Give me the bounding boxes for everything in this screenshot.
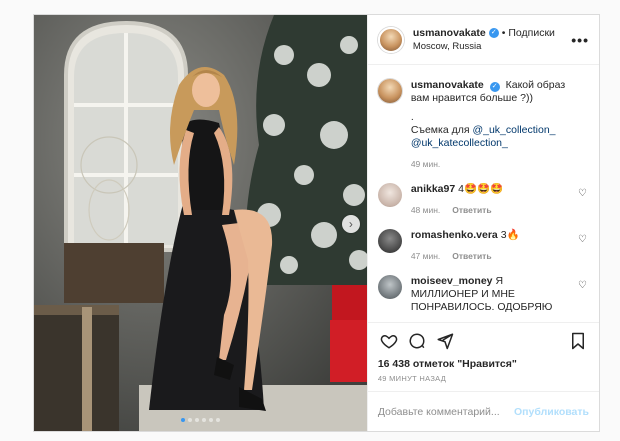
reply-button[interactable]: Ответить xyxy=(452,250,491,263)
add-comment-bar: Добавьте комментарий... Опубликовать xyxy=(367,391,599,431)
photo-illustration xyxy=(34,15,367,431)
carousel-dot xyxy=(194,418,199,422)
mention-link[interactable]: @_uk_collection_ xyxy=(472,124,555,136)
comment-avatar[interactable] xyxy=(377,275,402,299)
caption-comment: usmanovakate ✓ Какой образ вам нравится … xyxy=(377,79,589,171)
comment-avatar[interactable] xyxy=(377,229,402,253)
comment-avatar[interactable] xyxy=(377,183,402,207)
comment-item: anikka97 4🤩🤩🤩 48 мин. Ответить ♡ xyxy=(377,183,589,217)
likes-count[interactable]: 16 438 отметок "Нравится" xyxy=(368,358,599,370)
post-location[interactable]: Moscow, Russia xyxy=(413,40,571,53)
action-bar xyxy=(367,322,599,358)
like-comment-icon[interactable]: ♡ xyxy=(578,188,587,199)
next-photo-button[interactable]: › xyxy=(341,215,360,233)
comment-time: 47 мин. xyxy=(410,251,441,261)
carousel-dot xyxy=(187,418,192,422)
like-comment-icon[interactable]: ♡ xyxy=(578,234,587,245)
carousel-dot xyxy=(215,418,220,422)
mention-link[interactable]: @uk_katecollection_ xyxy=(411,137,508,149)
follow-status-button[interactable]: • Подписки xyxy=(502,27,555,40)
comments-list: usmanovakate ✓ Какой образ вам нравится … xyxy=(368,65,599,322)
publish-button[interactable]: Опубликовать xyxy=(514,406,589,418)
comment-icon[interactable] xyxy=(406,330,428,352)
more-options-icon[interactable]: ••• xyxy=(571,32,589,48)
caption-time: 49 мин. xyxy=(410,159,441,169)
comment-text: 3🔥 xyxy=(500,229,520,241)
comment-username[interactable]: romashenko.vera xyxy=(411,229,498,241)
verified-badge-icon: ✓ xyxy=(489,82,500,92)
comment-text: 4🤩🤩🤩 xyxy=(458,183,504,195)
comment-item: moiseev_money Я МИЛЛИОНЕР И МНЕ ПОНРАВИЛ… xyxy=(377,275,589,314)
caption-shoot-label: Съемка для xyxy=(410,124,473,136)
reply-button[interactable]: Ответить xyxy=(452,204,491,217)
like-icon[interactable] xyxy=(378,330,400,352)
post-photo[interactable]: › xyxy=(34,15,367,431)
comment-item: romashenko.vera 3🔥 47 мин. Ответить ♡ xyxy=(377,229,589,263)
author-username[interactable]: usmanovakate xyxy=(413,27,486,40)
instagram-post: › usmanovakate ✓ • Подписки Moscow, Russ… xyxy=(33,14,600,432)
comment-username[interactable]: anikka97 xyxy=(411,183,455,195)
comment-time: 48 мин. xyxy=(410,205,441,215)
caption-line-dot: . xyxy=(410,111,414,123)
post-sidebar: usmanovakate ✓ • Подписки Moscow, Russia… xyxy=(366,15,599,431)
post-header: usmanovakate ✓ • Подписки Moscow, Russia… xyxy=(367,15,599,65)
share-icon[interactable] xyxy=(434,330,456,352)
comment-input[interactable]: Добавьте комментарий... xyxy=(378,406,514,418)
caption-username[interactable]: usmanovakate xyxy=(411,79,484,91)
carousel-dot xyxy=(180,418,185,422)
carousel-dots xyxy=(34,418,367,422)
caption-avatar[interactable] xyxy=(377,79,402,103)
comment-username[interactable]: moiseev_money xyxy=(411,275,493,287)
post-time-ago: 49 МИНУТ НАЗАД xyxy=(377,374,447,383)
carousel-dot xyxy=(208,418,213,422)
carousel-dot xyxy=(201,418,206,422)
bookmark-icon[interactable] xyxy=(567,330,589,352)
verified-badge-icon: ✓ xyxy=(488,28,499,38)
author-avatar[interactable] xyxy=(377,26,404,53)
like-comment-icon[interactable]: ♡ xyxy=(578,280,587,291)
